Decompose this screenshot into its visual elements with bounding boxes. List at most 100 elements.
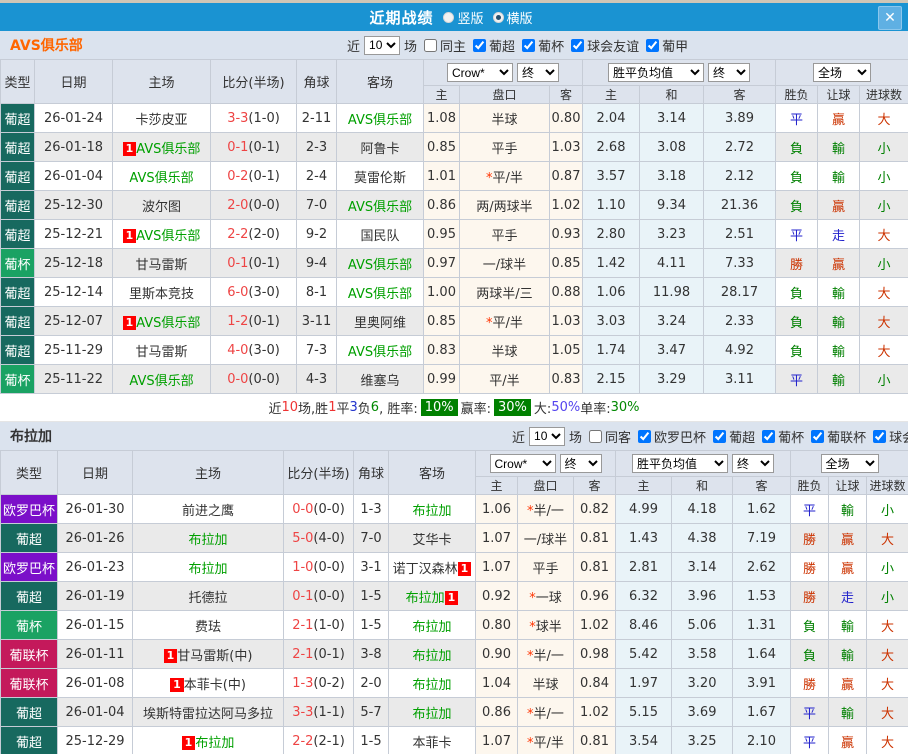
games-count-select[interactable]: 10 — [529, 426, 566, 446]
league-filter-checkbox[interactable] — [873, 429, 887, 443]
away-team-cell: 艾华卡 — [388, 523, 476, 553]
league-filter-checkbox[interactable] — [811, 429, 825, 443]
vertical-layout-radio[interactable] — [443, 11, 455, 23]
goals-result-cell: 大 — [859, 219, 908, 249]
summary-row: 近 10 场,胜 1 平 3 负 6, 胜率: 10% 赢率: 30% 大: 50% 单率: 30% — [0, 394, 908, 422]
goals-result-cell: 小 — [866, 552, 908, 582]
halftime-score: (4-0) — [313, 530, 345, 546]
score-cell: 2-2(2-1) — [283, 726, 354, 754]
league-filter-checkbox[interactable] — [638, 429, 652, 443]
fulltime-score: 0-1 — [292, 588, 314, 604]
avg-draw-cell: 3.14 — [639, 103, 704, 133]
home-team-cell: 布拉加 — [132, 523, 284, 553]
league-filter-checkbox-label: 欧罗巴杯 — [654, 430, 707, 446]
score-cell: 3-3(1-0) — [210, 103, 297, 133]
away-odds-cell: 0.80 — [549, 103, 583, 133]
away-odds-cell: 0.83 — [549, 364, 583, 394]
result-cell: 平 — [775, 364, 818, 394]
home-team-cell: 费珐 — [132, 610, 284, 640]
date-cell: 26-01-23 — [57, 552, 133, 582]
result-cell: 負 — [775, 306, 818, 336]
date-cell: 26-01-04 — [57, 697, 133, 727]
home-odds-cell: 0.85 — [423, 306, 460, 336]
league-filter-checkbox[interactable] — [522, 38, 536, 52]
bookmaker-select[interactable]: Crow* — [489, 454, 556, 473]
match-row: 葡超 26-01-18 1 AVS俱乐部 0-1(0-1) 2-3 阿鲁卡 0.85 平手 1.0… — [0, 132, 908, 162]
score-cell: 6-0(3-0) — [210, 277, 297, 307]
away-odds-cell: 0.81 — [573, 552, 616, 582]
match-row: 葡超 25-11-29 甘马雷斯 4-0(3-0) 7-3 AVS俱乐部 0.83 半球 1.0… — [0, 335, 908, 365]
match-row: 欧罗巴杯 26-01-23 布拉加 1-0(0-0) 3-1 诺丁汉森林 1 1.07 平手 0.… — [0, 552, 908, 582]
avg-draw-cell: 9.34 — [639, 190, 704, 220]
fulltime-score: 4-0 — [227, 342, 249, 358]
league-badge: 葡超 — [0, 277, 35, 307]
handicap-label: 半/一 — [533, 706, 564, 722]
home-team-cell: 甘马雷斯 — [112, 335, 211, 365]
handicap-result-cell: 贏 — [828, 726, 867, 754]
handicap-cell: *半/一 — [517, 639, 574, 669]
results-table: 类型 日期 主场 比分(半场) 角球 客场 Crow* 终胜平负均值终全场主盘口客主和客胜负让… — [0, 59, 908, 394]
summary-segment: 大: — [533, 402, 552, 417]
corners-cell: 1-5 — [353, 581, 389, 611]
same-venue-checkbox[interactable] — [424, 38, 438, 52]
fulltime-score: 3-3 — [292, 704, 314, 720]
home-team-cell: 1 AVS俱乐部 — [112, 132, 211, 162]
handicap-result-cell: 贏 — [817, 248, 860, 278]
team-label: 里奥阿维 — [353, 315, 406, 331]
league-filter-checkbox[interactable] — [473, 38, 487, 52]
corners-cell: 7-0 — [353, 523, 389, 553]
away-odds-cell: 0.93 — [549, 219, 583, 249]
column-header: 比分(半场) — [210, 59, 297, 104]
table-head: 类型 日期 主场 比分(半场) 角球 客场 Crow* 终胜平负均值终全场主盘口客主和客胜负让… — [0, 59, 908, 104]
corners-cell: 3-11 — [296, 306, 337, 336]
full-match-select[interactable]: 全场 — [813, 63, 871, 82]
avg-draw-cell: 4.18 — [671, 494, 733, 524]
corners-cell: 3-1 — [353, 552, 389, 582]
sections-container: AVS俱乐部近 10 场同主 葡超 葡杯 球会友谊 葡甲 类型 日期 主场 比分(半场) 角球 客场 Cr… — [0, 31, 908, 754]
odds-group-header: Crow* 终 — [475, 450, 616, 477]
goals-result-cell: 大 — [859, 335, 908, 365]
odds-stage-select[interactable]: 终 — [517, 63, 559, 82]
home-odds-cell: 1.06 — [475, 494, 518, 524]
avg-type-select[interactable]: 胜平负均值 — [608, 63, 704, 82]
league-badge: 葡超 — [0, 132, 35, 162]
full-match-select[interactable]: 全场 — [820, 454, 879, 473]
handicap-cell: *平/半 — [517, 726, 574, 754]
avg-stage-select[interactable]: 终 — [708, 63, 750, 82]
handicap-label: 平/半 — [492, 170, 523, 186]
away-odds-cell: 0.81 — [573, 523, 616, 553]
sub-column-header: 让球 — [828, 476, 867, 495]
rate-highlight: 30% — [494, 399, 531, 416]
date-cell: 25-12-30 — [34, 190, 113, 220]
games-count-select[interactable]: 10 — [364, 35, 401, 55]
avg-away-cell: 1.31 — [732, 610, 791, 640]
horizontal-layout-radio[interactable] — [492, 11, 504, 23]
games-label: 场 — [569, 430, 583, 446]
close-button[interactable]: ✕ — [878, 6, 902, 30]
sub-column-header: 客 — [549, 85, 583, 104]
away-team-cell: AVS俱乐部 — [336, 277, 424, 307]
league-filter-checkbox[interactable] — [713, 429, 727, 443]
away-team-cell: 里奥阿维 — [336, 306, 424, 336]
halftime-score: (0-0) — [313, 559, 345, 575]
match-row: 葡超 25-12-29 1 布拉加 2-2(2-1) 1-5 本菲卡 1.07 *平/半 0.81… — [0, 726, 908, 754]
home-team-cell: 波尔图 — [112, 190, 211, 220]
away-odds-cell: 0.85 — [549, 248, 583, 278]
league-filter-checkbox-label: 葡超 — [729, 430, 756, 446]
odds-stage-select[interactable]: 终 — [559, 454, 602, 473]
team-section: AVS俱乐部近 10 场同主 葡超 葡杯 球会友谊 葡甲 类型 日期 主场 比分(半场) 角球 客场 Cr… — [0, 31, 908, 422]
avg-stage-select[interactable]: 终 — [732, 454, 774, 473]
bookmaker-select[interactable]: Crow* — [447, 63, 513, 82]
avg-type-select[interactable]: 胜平负均值 — [632, 454, 728, 473]
team-label: 维塞乌 — [360, 373, 400, 389]
home-odds-cell: 0.86 — [475, 697, 518, 727]
fulltime-group-header: 全场 — [775, 59, 908, 86]
close-icon: ✕ — [884, 10, 896, 26]
same-venue-checkbox[interactable] — [589, 429, 603, 443]
avg-away-cell: 7.19 — [732, 523, 791, 553]
league-filter-checkbox[interactable] — [762, 429, 776, 443]
league-filter-checkbox[interactable] — [646, 38, 660, 52]
match-row: 葡超 26-01-04 AVS俱乐部 0-2(0-1) 2-4 莫雷伦斯 1.01 *平/半 0… — [0, 161, 908, 191]
league-filter-checkbox[interactable] — [571, 38, 585, 52]
handicap-result-cell: 輸 — [817, 132, 860, 162]
